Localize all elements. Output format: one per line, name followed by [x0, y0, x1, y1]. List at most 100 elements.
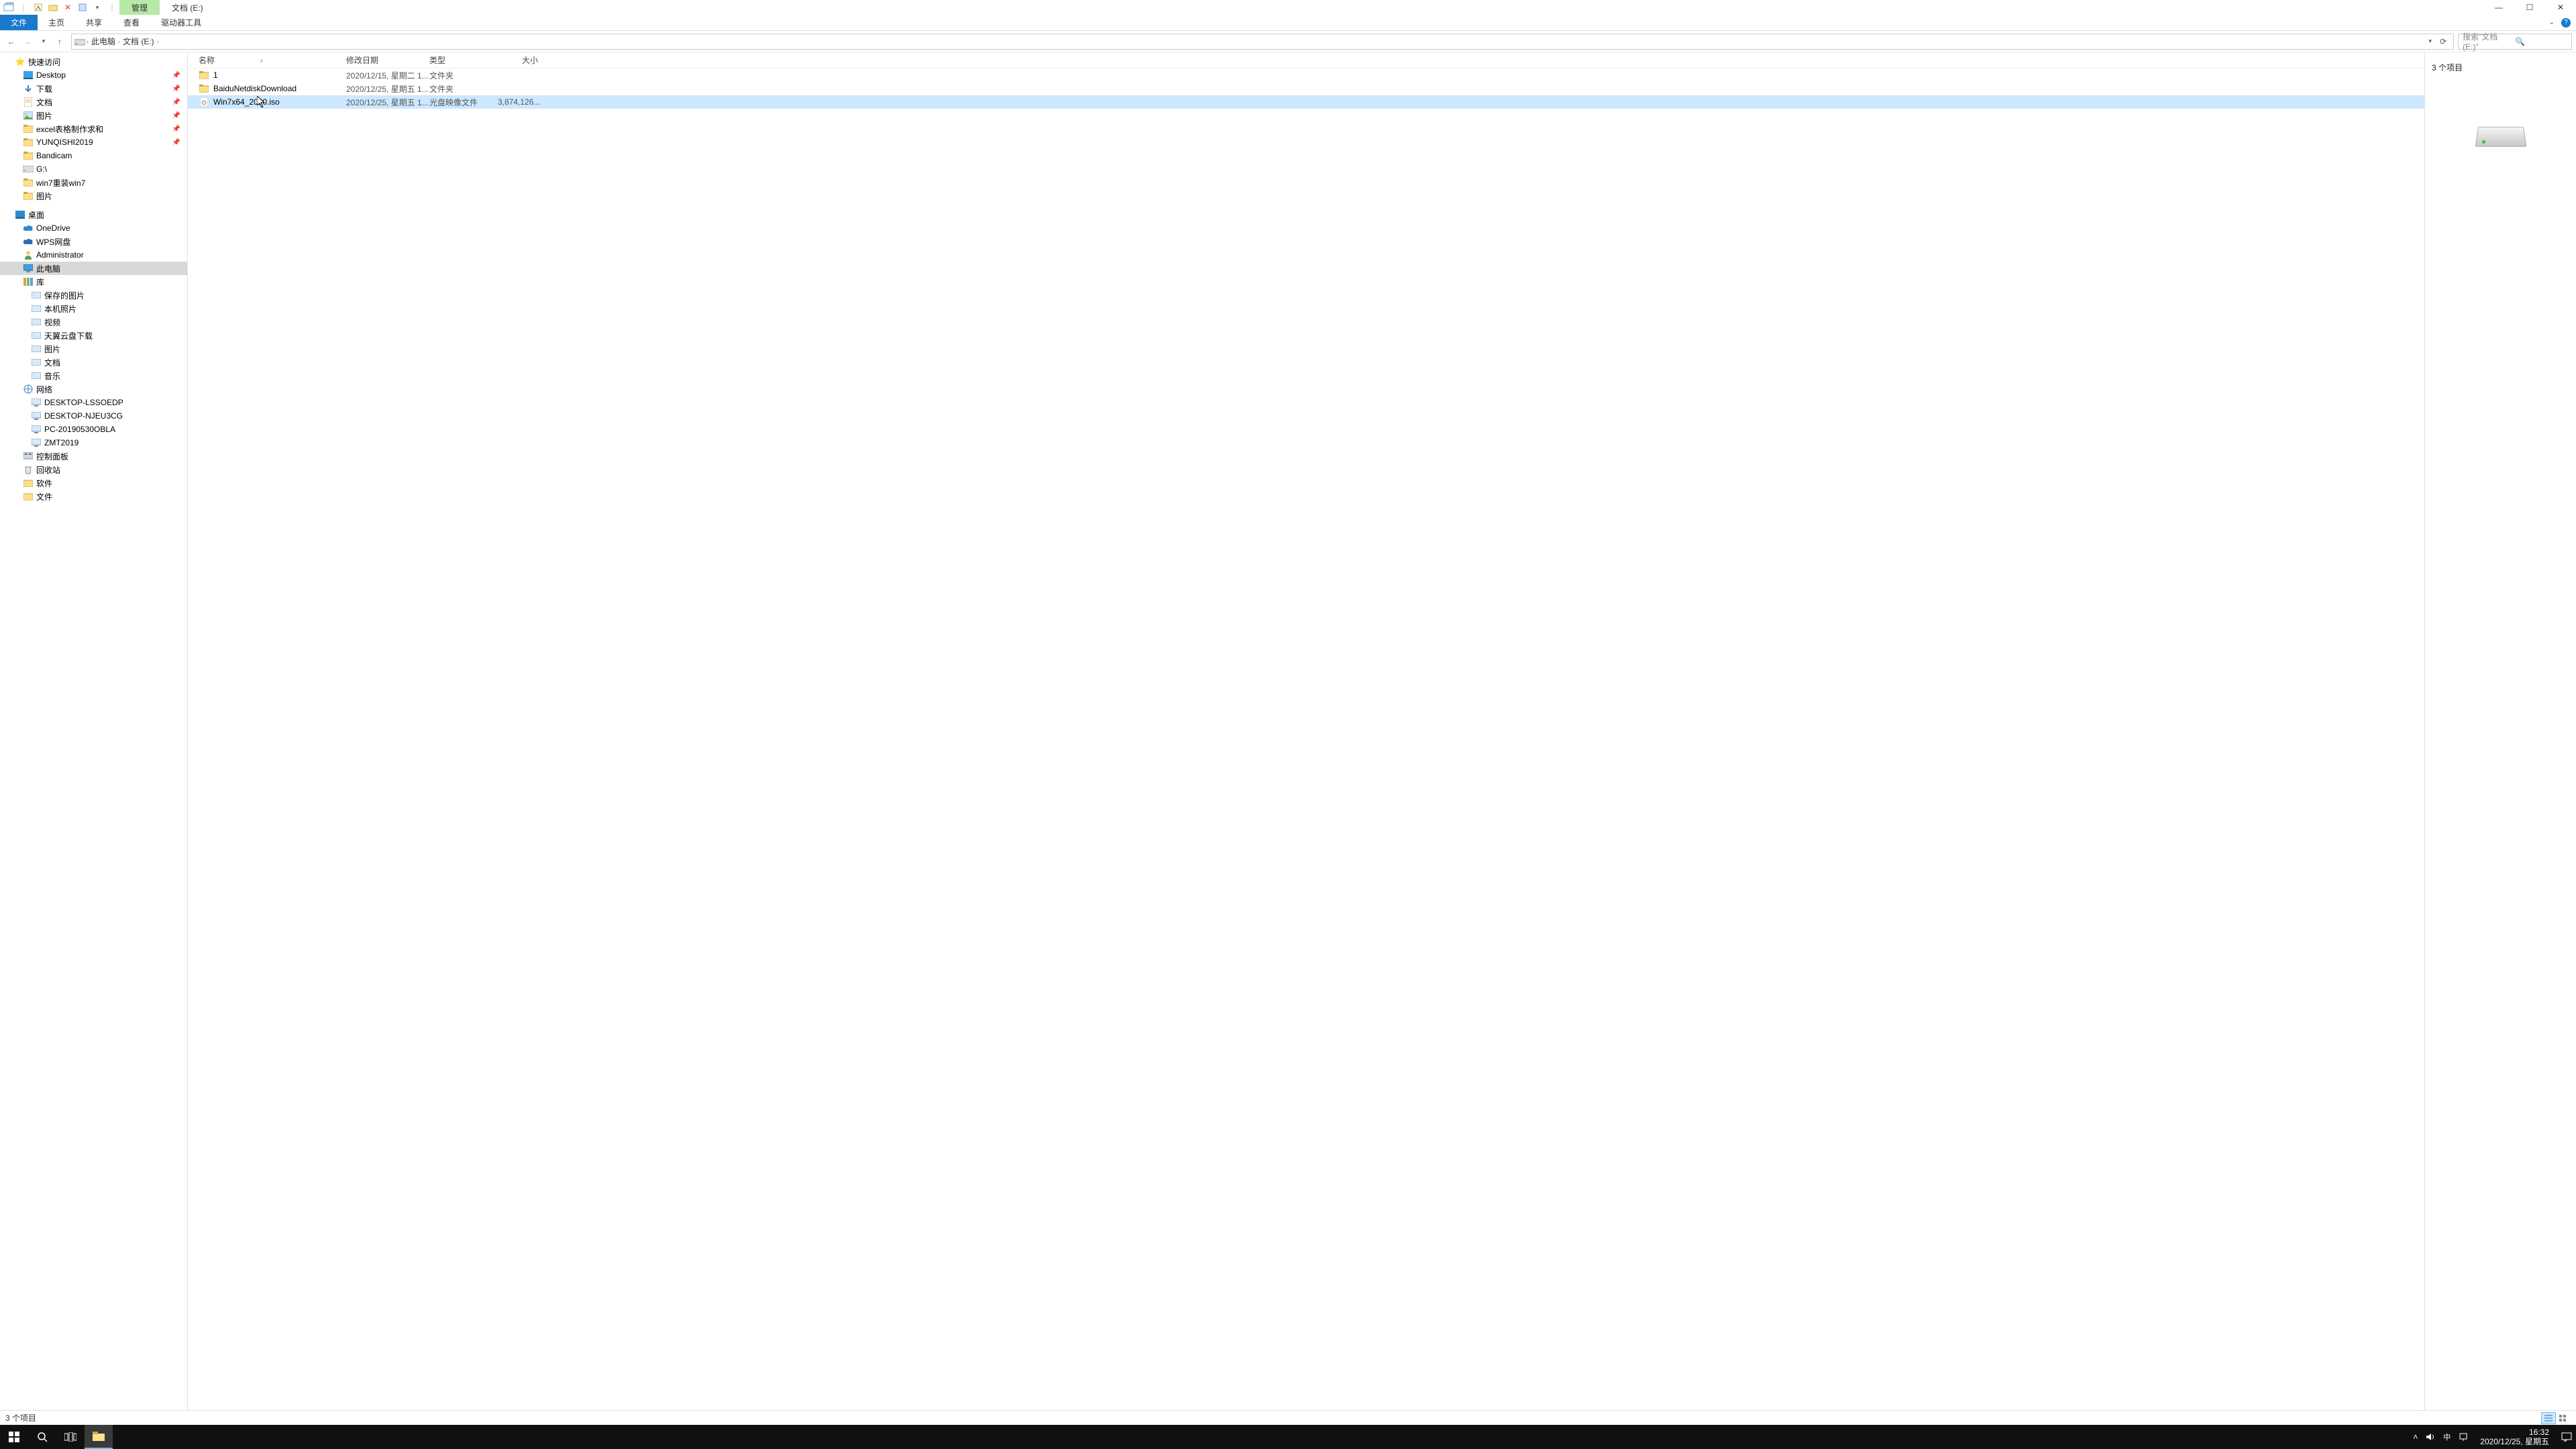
help-icon[interactable]: ?: [2561, 18, 2571, 28]
tree-item[interactable]: Administrator: [0, 248, 187, 262]
view-icons-button[interactable]: [2556, 1412, 2571, 1424]
search-icon[interactable]: 🔍: [2515, 37, 2567, 46]
tree-item[interactable]: ZMT2019: [0, 436, 187, 449]
tree-item[interactable]: DESKTOP-LSSOEDP: [0, 396, 187, 409]
tray-network-icon[interactable]: [2459, 1432, 2468, 1442]
qat-customize-icon[interactable]: ▾: [90, 0, 105, 15]
contextual-tab-manage[interactable]: 管理: [119, 0, 160, 15]
search-input[interactable]: 搜索"文档 (E:)" 🔍: [2458, 34, 2572, 50]
folder-icon: [199, 83, 209, 94]
tree-item[interactable]: G:\: [0, 162, 187, 176]
taskbar-clock[interactable]: 16:32 2020/12/25, 星期五: [2476, 1428, 2553, 1446]
search-button[interactable]: [28, 1425, 56, 1449]
tree-item[interactable]: WPS网盘: [0, 235, 187, 248]
tray-chevron-icon[interactable]: ˄: [2413, 1432, 2418, 1442]
tree-item[interactable]: DESKTOP-NJEU3CG: [0, 409, 187, 423]
refresh-icon[interactable]: ⟳: [2436, 37, 2451, 46]
tree-quick-access[interactable]: ⭐ 快速访问: [0, 55, 187, 68]
view-details-button[interactable]: [2541, 1412, 2556, 1424]
qat-rename-icon[interactable]: [75, 0, 90, 15]
address-bar[interactable]: › 此电脑 › 文档 (E:) › ▾ ⟳: [71, 34, 2454, 50]
folder-icon: [23, 137, 34, 148]
tree-item[interactable]: excel表格制作求和 📌: [0, 122, 187, 136]
folder-icon: [23, 191, 34, 201]
action-center-icon[interactable]: [2561, 1432, 2572, 1442]
tree-item[interactable]: 下载 📌: [0, 82, 187, 95]
col-type[interactable]: 类型: [429, 54, 498, 66]
minimize-button[interactable]: ―: [2483, 0, 2514, 15]
tree-item[interactable]: Bandicam: [0, 149, 187, 162]
tree-item[interactable]: YUNQISHI2019 📌: [0, 136, 187, 149]
taskview-button[interactable]: [56, 1425, 85, 1449]
drive-icon: [23, 164, 34, 174]
tree-item[interactable]: 天翼云盘下载: [0, 329, 187, 342]
desktop-icon: [15, 209, 25, 220]
start-button[interactable]: [0, 1425, 28, 1449]
file-row[interactable]: BaiduNetdiskDownload 2020/12/25, 星期五 1..…: [188, 82, 2424, 95]
chevron-right-icon[interactable]: ›: [156, 38, 160, 45]
ribbon-tab-drivetools[interactable]: 驱动器工具: [150, 15, 212, 30]
tree-item[interactable]: 此电脑: [0, 262, 187, 275]
file-row[interactable]: 1 2020/12/15, 星期二 1... 文件夹: [188, 68, 2424, 82]
tree-item[interactable]: 文档: [0, 356, 187, 369]
qat-app-icon[interactable]: [1, 0, 16, 15]
col-name[interactable]: 名称 ˄: [199, 54, 346, 66]
tree-item[interactable]: 图片 📌: [0, 109, 187, 122]
tree-item[interactable]: win7重装win7: [0, 176, 187, 189]
navigation-tree[interactable]: ⭐ 快速访问 Desktop 📌 下载 📌 文档 📌 图片 📌 excel表格制…: [0, 52, 188, 1410]
tree-item[interactable]: Desktop 📌: [0, 68, 187, 82]
tree-network[interactable]: 网络: [0, 382, 187, 396]
taskbar[interactable]: ˄ 中 16:32 2020/12/25, 星期五: [0, 1425, 2576, 1449]
system-tray[interactable]: ˄ 中 16:32 2020/12/25, 星期五: [2413, 1425, 2576, 1449]
qat-properties-icon[interactable]: [31, 0, 46, 15]
tree-item[interactable]: 保存的图片: [0, 288, 187, 302]
file-row[interactable]: Win7x64_2020.iso 2020/12/25, 星期五 1... 光盘…: [188, 95, 2424, 109]
ribbon-expand-icon[interactable]: ⌄: [2549, 19, 2555, 26]
address-dropdown-icon[interactable]: ▾: [2424, 38, 2436, 45]
tree-item[interactable]: 库: [0, 275, 187, 288]
file-list[interactable]: 名称 ˄ 修改日期 类型 大小 1 2020/12/15, 星期二 1... 文…: [188, 52, 2425, 1410]
tree-item[interactable]: 视频: [0, 315, 187, 329]
network-icon: [23, 384, 34, 394]
sort-asc-icon: ˄: [260, 58, 263, 64]
nav-history-dropdown[interactable]: ▾: [36, 34, 51, 49]
tree-control-panel[interactable]: 控制面板: [0, 449, 187, 463]
breadcrumb-pc[interactable]: 此电脑: [90, 36, 117, 47]
tray-volume-icon[interactable]: [2426, 1432, 2435, 1442]
ribbon-tab-view[interactable]: 查看: [113, 15, 150, 30]
file-name: Win7x64_2020.iso: [213, 97, 280, 107]
nav-forward-button[interactable]: →: [20, 34, 35, 49]
tree-files[interactable]: 文件: [0, 490, 187, 503]
ribbon-tab-home[interactable]: 主页: [38, 15, 75, 30]
tree-item[interactable]: 本机照片: [0, 302, 187, 315]
tree-item[interactable]: 音乐: [0, 369, 187, 382]
tree-item[interactable]: OneDrive: [0, 221, 187, 235]
tree-item[interactable]: 图片: [0, 189, 187, 203]
pin-icon: 📌: [172, 85, 184, 93]
close-button[interactable]: ✕: [2545, 0, 2576, 15]
qat-delete-icon[interactable]: ✕: [60, 0, 75, 15]
tree-item[interactable]: 图片: [0, 342, 187, 356]
col-date[interactable]: 修改日期: [346, 54, 429, 66]
qat-newfolder-icon[interactable]: [46, 0, 60, 15]
tree-item[interactable]: 文档 📌: [0, 95, 187, 109]
column-headers[interactable]: 名称 ˄ 修改日期 类型 大小: [188, 52, 2424, 68]
ribbon-tab-file[interactable]: 文件: [0, 15, 38, 30]
chevron-right-icon[interactable]: ›: [85, 38, 90, 45]
tray-ime-icon[interactable]: 中: [2443, 1432, 2451, 1442]
folder-icon: [23, 478, 34, 488]
taskbar-explorer[interactable]: [85, 1425, 113, 1449]
nav-back-button[interactable]: ←: [4, 34, 19, 49]
col-size[interactable]: 大小: [498, 54, 538, 66]
pin-icon: 📌: [172, 125, 184, 133]
maximize-button[interactable]: ☐: [2514, 0, 2545, 15]
folder-icon: [23, 491, 34, 502]
tree-recycle-bin[interactable]: 回收站: [0, 463, 187, 476]
breadcrumb-location[interactable]: 文档 (E:): [121, 36, 156, 47]
tree-desktop[interactable]: 桌面: [0, 208, 187, 221]
tree-item[interactable]: PC-20190530OBLA: [0, 423, 187, 436]
nav-up-button[interactable]: ↑: [52, 34, 67, 49]
ribbon-tab-share[interactable]: 共享: [75, 15, 113, 30]
chevron-right-icon[interactable]: ›: [117, 38, 121, 45]
tree-software[interactable]: 软件: [0, 476, 187, 490]
